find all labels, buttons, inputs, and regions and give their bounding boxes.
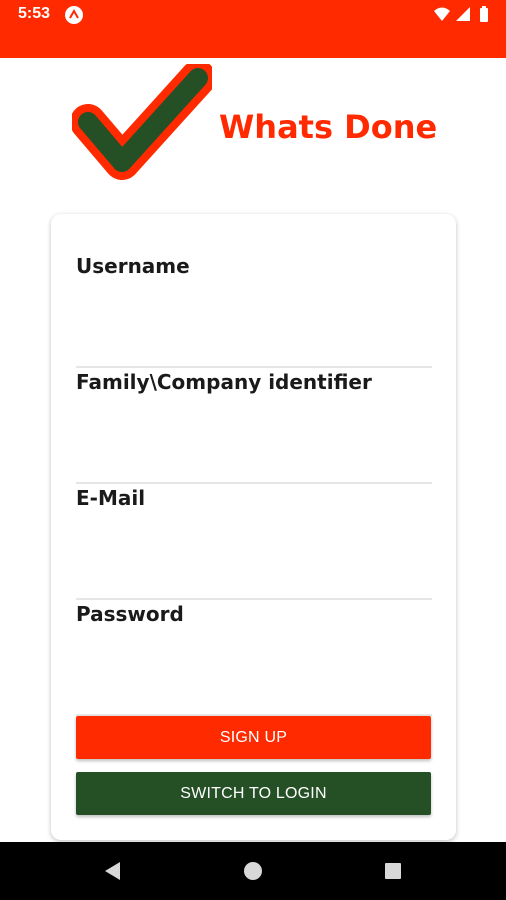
email-input[interactable] [76,534,432,600]
identifier-input[interactable] [76,418,432,484]
email-label: E-Mail [76,486,146,510]
home-icon[interactable] [241,859,265,883]
app-notification-icon [64,5,84,25]
username-field: Username [76,252,432,368]
status-time: 5:53 [18,5,51,22]
email-field: E-Mail [76,484,432,600]
status-bar: 5:53 [0,0,506,58]
app-title: Whats Done [219,108,438,146]
identifier-label: Family\Company identifier [76,370,372,394]
username-input[interactable] [76,302,432,368]
password-field: Password [76,600,432,716]
wifi-icon [434,7,450,21]
identifier-field: Family\Company identifier [76,368,432,484]
status-icons [432,5,492,25]
signal-icon [456,7,470,21]
signup-card: Username Family\Company identifier E-Mai… [51,214,456,840]
password-input[interactable] [76,650,432,716]
username-label: Username [76,254,190,278]
recents-icon[interactable] [381,859,405,883]
switch-to-login-button[interactable]: SWITCH TO LOGIN [76,772,431,815]
navigation-bar [0,842,506,900]
battery-icon [480,6,488,22]
checkmark-logo-icon [70,60,216,194]
password-label: Password [76,602,184,626]
signup-button[interactable]: SIGN UP [76,716,431,759]
back-icon[interactable] [101,859,125,883]
